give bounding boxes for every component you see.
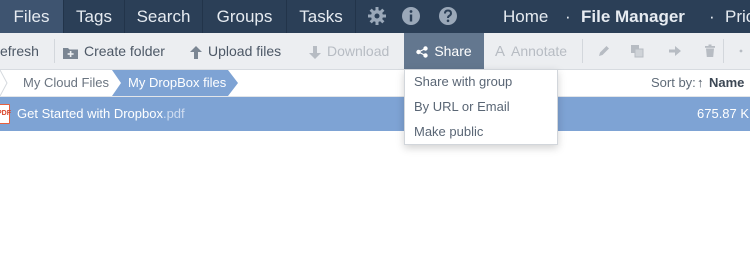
copy-icon[interactable]: [630, 44, 644, 58]
nav-separator: ·: [565, 7, 571, 26]
file-row[interactable]: PDF Get Started with Dropbox.pdf 675.87 …: [0, 97, 750, 131]
toolbar-divider: [582, 39, 583, 63]
upload-icon: [190, 45, 202, 59]
download-button[interactable]: Download: [309, 33, 389, 69]
file-size: 675.87 KB: [697, 106, 750, 121]
annotate-label: Annotate: [511, 43, 568, 59]
breadcrumb-item-my-dropbox-files[interactable]: My DropBox files: [128, 70, 226, 96]
download-label: Download: [327, 43, 390, 59]
tab-tasks[interactable]: Tasks: [287, 0, 356, 33]
menu-item-by-url-or-email[interactable]: By URL or Email: [414, 99, 510, 115]
sort-by-label: Sort by:: [651, 75, 696, 90]
refresh-label: efresh: [0, 43, 39, 59]
pricing-link[interactable]: Pric: [725, 0, 750, 33]
breadcrumb-item-my-cloud-files[interactable]: My Cloud Files: [23, 70, 109, 96]
create-folder-label: Create folder: [84, 43, 165, 59]
create-folder-button[interactable]: Create folder: [63, 33, 165, 69]
upload-files-button[interactable]: Upload files: [190, 33, 281, 69]
toolbar-divider: [723, 39, 724, 63]
delete-icon[interactable]: [703, 44, 717, 58]
menu-item-make-public[interactable]: Make public: [414, 124, 483, 140]
more-icon[interactable]: [737, 44, 750, 58]
edit-icon[interactable]: [597, 44, 611, 58]
file-basename: Get Started with Dropbox: [17, 106, 163, 121]
move-icon[interactable]: [668, 44, 682, 58]
top-navigation: Files Tags Search Groups Tasks Home · Fi…: [0, 0, 750, 33]
home-link[interactable]: Home: [503, 0, 548, 33]
refresh-button[interactable]: efresh: [0, 33, 39, 69]
tab-search[interactable]: Search: [125, 0, 203, 33]
toolbar-divider: [54, 39, 55, 63]
annotate-button[interactable]: A Annotate: [495, 33, 567, 69]
folder-plus-icon: [63, 47, 78, 59]
file-toolbar: efresh Create folder Upload files Downlo…: [0, 33, 750, 70]
share-icon: [416, 46, 429, 58]
tab-tags[interactable]: Tags: [64, 0, 125, 33]
share-dropdown-menu: Share with group By URL or Email Make pu…: [404, 69, 558, 145]
annotate-icon: A: [495, 43, 506, 61]
tab-groups[interactable]: Groups: [203, 0, 287, 33]
nav-separator: ·: [709, 7, 715, 26]
share-button[interactable]: Share: [404, 33, 484, 69]
pdf-file-icon: PDF: [0, 104, 11, 124]
file-manager-link[interactable]: File Manager: [581, 0, 685, 33]
download-icon: [309, 45, 321, 59]
file-extension: .pdf: [162, 106, 185, 121]
sort-direction-icon[interactable]: ↑: [697, 70, 704, 96]
breadcrumb: My Cloud Files My DropBox files Sort by:…: [0, 70, 750, 97]
share-label: Share: [434, 43, 472, 59]
gear-icon[interactable]: [367, 6, 387, 26]
help-icon[interactable]: [438, 6, 458, 26]
info-icon[interactable]: [401, 6, 421, 26]
menu-item-share-with-group[interactable]: Share with group: [414, 74, 512, 90]
upload-files-label: Upload files: [208, 43, 282, 59]
sort-field-button[interactable]: Name: [709, 70, 744, 96]
file-name[interactable]: Get Started with Dropbox.pdf: [17, 97, 185, 131]
tab-files[interactable]: Files: [0, 0, 64, 33]
